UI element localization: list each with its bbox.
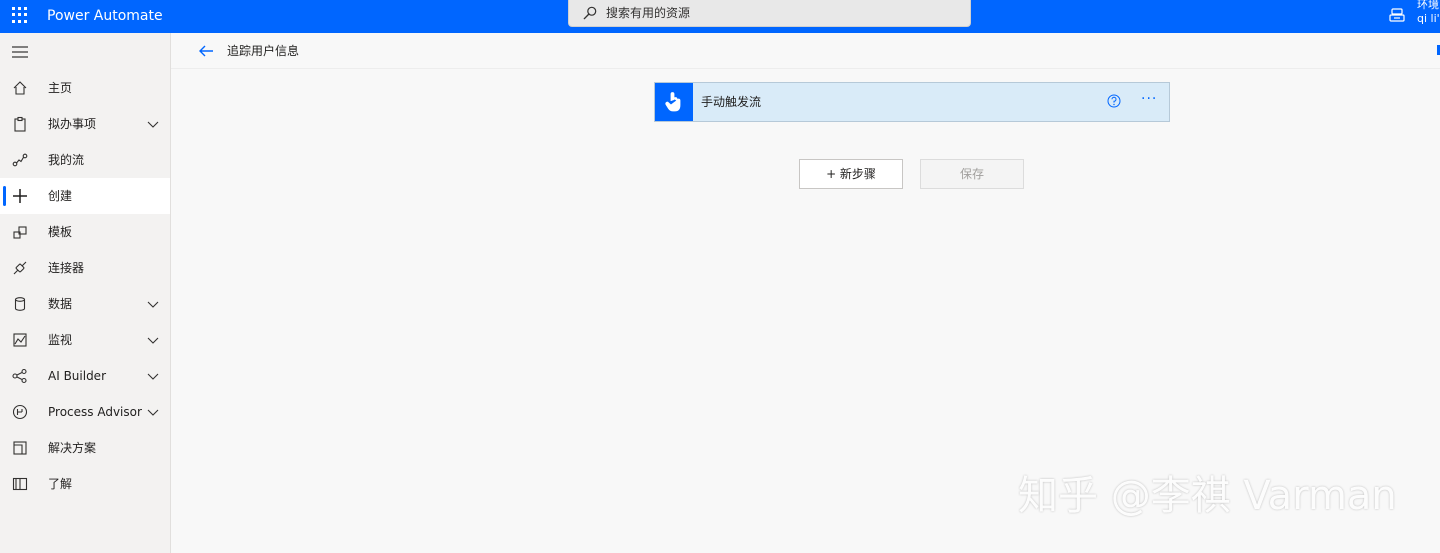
sidebar-item-my-flows[interactable]: 我的流 — [0, 142, 170, 178]
back-arrow-icon[interactable] — [198, 43, 214, 59]
sidebar-item-label: 模板 — [48, 225, 73, 239]
book-icon — [12, 477, 28, 491]
environment-icon[interactable] — [1389, 7, 1405, 23]
sidebar-item-label: 主页 — [48, 81, 73, 95]
trigger-card[interactable]: 手动触发流 ··· — [654, 82, 1170, 122]
process-advisor-icon — [12, 404, 28, 420]
flow-title: 追踪用户信息 — [227, 44, 300, 58]
sidebar-item-label: 我的流 — [48, 153, 85, 167]
sidebar: 主页 拟办事项 我的流 创建 模板 连接器 数据 监视 AI Builder P… — [0, 33, 171, 553]
flow-icon — [12, 153, 28, 167]
help-icon[interactable] — [1107, 94, 1121, 108]
app-launcher-icon[interactable] — [12, 7, 28, 23]
search-icon — [583, 6, 597, 20]
sidebar-item-monitor[interactable]: 监视 — [0, 322, 170, 358]
new-step-button[interactable]: + 新步骤 — [799, 159, 903, 189]
solutions-icon — [13, 441, 27, 455]
watermark-text: 知乎 @李祺 Varman — [1018, 473, 1397, 519]
plus-icon — [13, 189, 27, 203]
top-bar: Power Automate 搜索有用的资源 环境 qi li's — [0, 0, 1440, 33]
sidebar-item-create[interactable]: 创建 — [0, 178, 170, 214]
sidebar-item-templates[interactable]: 模板 — [0, 214, 170, 250]
search-box[interactable]: 搜索有用的资源 — [568, 0, 971, 27]
trigger-icon-box — [655, 83, 693, 121]
sidebar-item-connectors[interactable]: 连接器 — [0, 250, 170, 286]
chevron-down-icon[interactable] — [147, 370, 159, 382]
search-placeholder: 搜索有用的资源 — [606, 6, 691, 20]
sidebar-item-ai-builder[interactable]: AI Builder — [0, 358, 170, 394]
monitor-icon — [13, 333, 27, 347]
environment-name[interactable]: qi li's — [1417, 12, 1440, 25]
sidebar-item-data[interactable]: 数据 — [0, 286, 170, 322]
template-icon — [13, 226, 27, 239]
clipboard-icon — [14, 116, 26, 132]
sidebar-item-process-advisor[interactable]: Process Advisor — [0, 394, 170, 430]
save-button[interactable]: 保存 — [920, 159, 1024, 189]
chevron-down-icon[interactable] — [147, 406, 159, 418]
connector-icon — [13, 261, 27, 275]
chevron-down-icon[interactable] — [147, 298, 159, 310]
sidebar-item-learn[interactable]: 了解 — [0, 466, 170, 502]
sidebar-item-action-items[interactable]: 拟办事项 — [0, 106, 170, 142]
chevron-down-icon[interactable] — [147, 118, 159, 130]
sidebar-item-home[interactable]: 主页 — [0, 70, 170, 106]
home-icon — [13, 81, 27, 95]
database-icon — [14, 297, 26, 311]
environment-label[interactable]: 环境 — [1417, 0, 1439, 11]
sidebar-item-label: 创建 — [48, 189, 73, 203]
chevron-down-icon[interactable] — [147, 334, 159, 346]
touch-hand-icon — [665, 92, 681, 112]
sidebar-item-label: 拟办事项 — [48, 117, 97, 131]
designer-header: 追踪用户信息 — [171, 33, 1440, 69]
ai-builder-icon — [12, 368, 27, 384]
sidebar-item-label: 数据 — [48, 297, 73, 311]
sidebar-item-label: 了解 — [48, 477, 73, 491]
app-name[interactable]: Power Automate — [47, 6, 163, 26]
trigger-label: 手动触发流 — [701, 95, 762, 109]
hamburger-menu-icon[interactable] — [12, 45, 28, 59]
sidebar-item-label: 连接器 — [48, 261, 85, 275]
sidebar-item-label: 解决方案 — [48, 441, 97, 455]
sidebar-item-label: 监视 — [48, 333, 73, 347]
sidebar-item-solutions[interactable]: 解决方案 — [0, 430, 170, 466]
sidebar-item-label: Process Advisor — [48, 405, 142, 419]
sidebar-item-label: AI Builder — [48, 369, 107, 383]
more-options-button[interactable]: ··· — [1141, 92, 1161, 109]
